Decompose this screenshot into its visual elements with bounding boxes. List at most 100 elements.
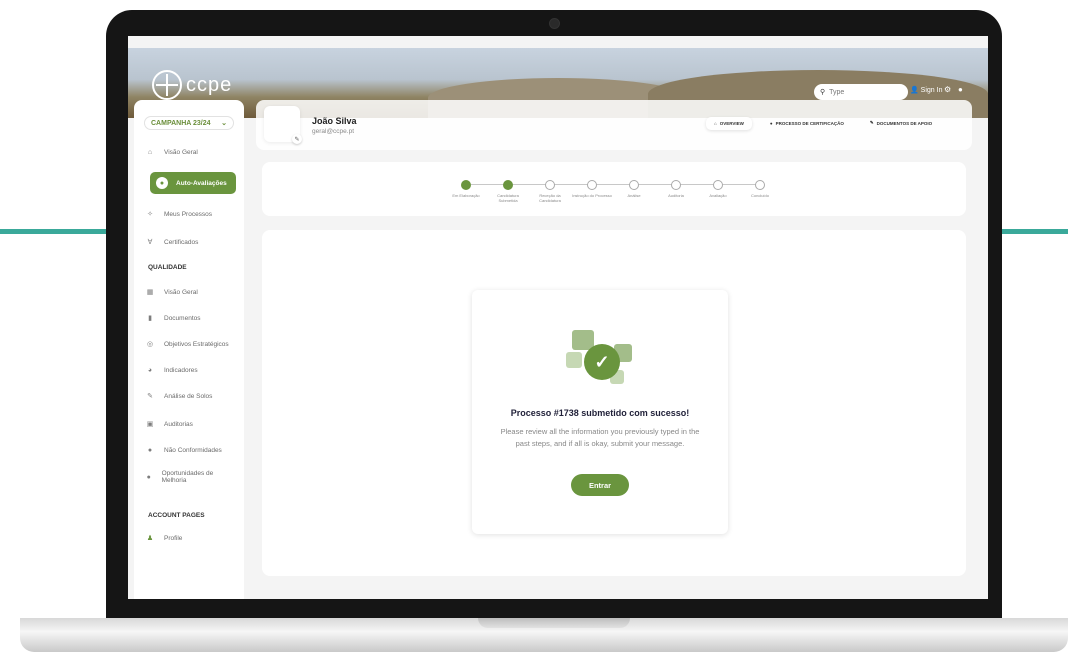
- profile-header: ✎ João Silva geral@ccpe.pt ⌂ OVERVIEW ● …: [256, 100, 972, 150]
- step-label: Instrução do Processo: [572, 193, 612, 198]
- step-label: Receção da Candidatura: [539, 193, 561, 203]
- step-dot: [545, 180, 555, 190]
- logo[interactable]: ccpe: [152, 70, 232, 100]
- step-label: Em Elaboração: [452, 193, 480, 198]
- step-label: Concluído: [750, 193, 769, 198]
- step-analise[interactable]: Análise: [614, 180, 654, 198]
- sidebar-item-nao-conformidades[interactable]: ● Não Conformidades: [144, 444, 240, 456]
- home-icon: ⌂: [147, 148, 153, 156]
- laptop-notch: [478, 618, 630, 628]
- success-title: Processo #1738 submetido com sucesso!: [510, 408, 690, 418]
- step-dot: [629, 180, 639, 190]
- step-rececao-da-candidatura[interactable]: Receção da Candidatura: [530, 180, 570, 203]
- sidebar-item-visao-geral[interactable]: ⌂ Visão Geral: [144, 146, 240, 158]
- sidebar-item-analise-de-solos[interactable]: ✎ Análise de Solos: [144, 390, 240, 402]
- sidebar-item-label: Não Conformidades: [164, 446, 222, 454]
- sidebar-item-label: Objetivos Estratégicos: [164, 340, 229, 348]
- process-icon: ✧: [147, 211, 153, 218]
- sidebar-item-auditorias[interactable]: ▣ Auditorias: [144, 418, 240, 430]
- profile-name: João Silva: [312, 116, 357, 126]
- campaign-select[interactable]: CAMPANHA 23/24 ⌄: [144, 116, 234, 130]
- section-title-account-pages: ACCOUNT PAGES: [148, 512, 205, 519]
- laptop-base: [20, 618, 1068, 652]
- tab-label: OVERVIEW: [719, 120, 744, 126]
- gear-icon[interactable]: ⚙: [944, 85, 951, 94]
- section-title-qualidade: QUALIDADE: [148, 264, 187, 271]
- bell-icon[interactable]: ●: [958, 85, 963, 94]
- sidebar-item-documentos[interactable]: ▮ Documentos: [144, 312, 240, 324]
- pencil-icon: ✎: [147, 393, 153, 400]
- campaign-label: CAMPANHA 23/24: [151, 119, 211, 127]
- sidebar-item-label: Visão Geral: [164, 148, 198, 156]
- step-dot: [587, 180, 597, 190]
- tab-documentos-de-apoio[interactable]: ✎ DOCUMENTOS DE APOIO: [862, 116, 940, 130]
- gauge-icon: ◕: [147, 366, 153, 374]
- step-instrucao-do-processo[interactable]: Instrução do Processo: [572, 180, 612, 198]
- step-dot: [713, 180, 723, 190]
- step-label: Avaliação: [709, 193, 727, 198]
- sidebar-item-objetivos-estrategicos[interactable]: ◎ Objetivos Estratégicos: [144, 338, 240, 350]
- search-box[interactable]: ⚲: [814, 84, 908, 100]
- step-dot: [671, 180, 681, 190]
- sidebar-item-label: Meus Processos: [164, 210, 213, 218]
- logo-mark-icon: [152, 70, 182, 100]
- sidebar-item-oportunidades-de-melhoria[interactable]: ● Oportunidades de Melhoria: [144, 470, 224, 484]
- chevron-down-icon: ⌄: [221, 120, 227, 127]
- step-dot: [755, 180, 765, 190]
- tab-label: DOCUMENTOS DE APOIO: [876, 120, 933, 126]
- sidebar: CAMPANHA 23/24 ⌄ ⌂ Visão Geral ● Auto-Av…: [134, 100, 244, 599]
- sidebar-item-label: Auditorias: [164, 420, 193, 428]
- step-candidatura-submetida[interactable]: Candidatura Submetida: [488, 180, 528, 203]
- step-auditoria[interactable]: Auditoria: [656, 180, 696, 198]
- step-avaliacao[interactable]: Avaliação: [698, 180, 738, 198]
- step-dot: [461, 180, 471, 190]
- teal-stripe-left: [0, 229, 110, 234]
- success-card: ✓ Processo #1738 submetido com sucesso! …: [472, 290, 728, 534]
- enter-button[interactable]: Entrar: [571, 474, 629, 496]
- sidebar-item-label: Visão Geral: [164, 288, 198, 296]
- search-icon: ⚲: [820, 89, 826, 96]
- tab-label: PROCESSO DE CERTIFICAÇÃO: [775, 120, 844, 126]
- progress-stepper: Em Elaboração Candidatura Submetida Rece…: [262, 162, 966, 216]
- step-label: Análise: [627, 193, 641, 198]
- grid-icon: ▦: [146, 289, 154, 296]
- step-concluido[interactable]: Concluído: [740, 180, 780, 198]
- sidebar-item-indicadores[interactable]: ◕ Indicadores: [144, 364, 240, 376]
- medal-icon: ∀: [147, 239, 153, 246]
- sidebar-item-label: Profile: [164, 534, 183, 542]
- teal-stripe-right: [1000, 229, 1068, 234]
- audit-icon: ▣: [146, 421, 154, 428]
- alert-icon: ●: [147, 446, 153, 454]
- improve-icon: ●: [146, 473, 151, 481]
- sign-in-label: Sign In: [920, 87, 943, 94]
- sidebar-item-qualidade-visao-geral[interactable]: ▦ Visão Geral: [144, 286, 240, 298]
- search-input[interactable]: [829, 88, 890, 96]
- sidebar-item-profile[interactable]: ♟ Profile: [144, 532, 240, 544]
- cert-icon: ●: [769, 120, 773, 126]
- target-icon: ◎: [146, 341, 154, 348]
- pencil-icon[interactable]: ✎: [292, 134, 302, 144]
- sidebar-item-label: Oportunidades de Melhoria: [161, 470, 214, 484]
- step-label: Candidatura Submetida: [497, 193, 519, 203]
- sign-in-link[interactable]: 👤 Sign In: [910, 86, 942, 94]
- person-icon: ♟: [146, 535, 154, 542]
- sidebar-item-auto-avaliacoes[interactable]: ● Auto-Avaliações: [150, 172, 236, 194]
- sidebar-item-label: Documentos: [164, 314, 201, 322]
- profile-tabs: ⌂ OVERVIEW ● PROCESSO DE CERTIFICAÇÃO ✎ …: [706, 116, 940, 130]
- home-icon: ⌂: [714, 120, 717, 126]
- tab-processo-de-certificacao[interactable]: ● PROCESSO DE CERTIFICAÇÃO: [762, 117, 852, 130]
- document-icon: ▮: [148, 315, 152, 322]
- profile-email: geral@ccpe.pt: [312, 128, 355, 135]
- decor-square: [566, 352, 582, 368]
- logo-text: ccpe: [186, 73, 233, 96]
- sidebar-item-meus-processos[interactable]: ✧ Meus Processos: [144, 208, 240, 220]
- sidebar-item-label: Auto-Avaliações: [176, 179, 227, 187]
- sidebar-item-certificados[interactable]: ∀ Certificados: [144, 236, 240, 248]
- step-em-elaboracao[interactable]: Em Elaboração: [446, 180, 486, 198]
- success-illustration: ✓: [566, 330, 634, 390]
- doc-icon: ✎: [869, 120, 874, 125]
- tab-overview[interactable]: ⌂ OVERVIEW: [706, 116, 752, 130]
- sidebar-item-label: Indicadores: [164, 366, 198, 374]
- success-description: Please review all the information you pr…: [500, 427, 700, 448]
- step-label: Auditoria: [668, 193, 684, 198]
